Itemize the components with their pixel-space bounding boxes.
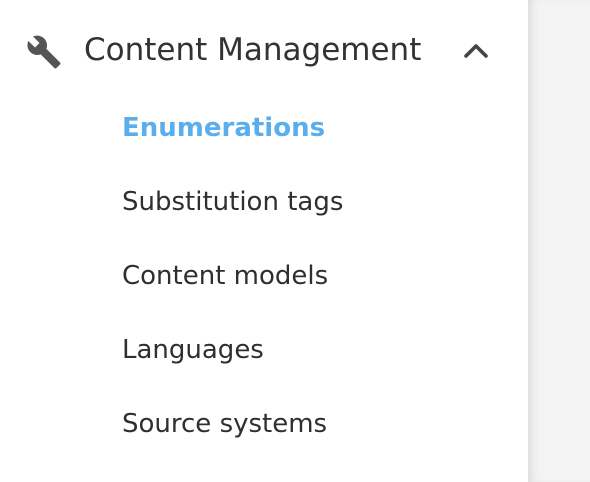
group-title: Content Management — [84, 32, 422, 68]
sidebar-item-substitution-tags[interactable]: Substitution tags — [122, 184, 343, 220]
app-root: Content Management Enumerations Substitu… — [0, 0, 590, 482]
chevron-up-icon[interactable] — [462, 39, 490, 61]
sidebar-item-languages[interactable]: Languages — [122, 332, 264, 368]
sidebar: Content Management Enumerations Substitu… — [0, 0, 528, 482]
sidebar-item-source-systems[interactable]: Source systems — [122, 406, 327, 442]
wrench-icon — [27, 35, 61, 69]
sidebar-item-content-models[interactable]: Content models — [122, 258, 328, 294]
content-management-group-header[interactable]: Content Management — [0, 18, 528, 84]
sidebar-item-enumerations[interactable]: Enumerations — [122, 110, 325, 146]
main-content-area — [528, 0, 590, 482]
